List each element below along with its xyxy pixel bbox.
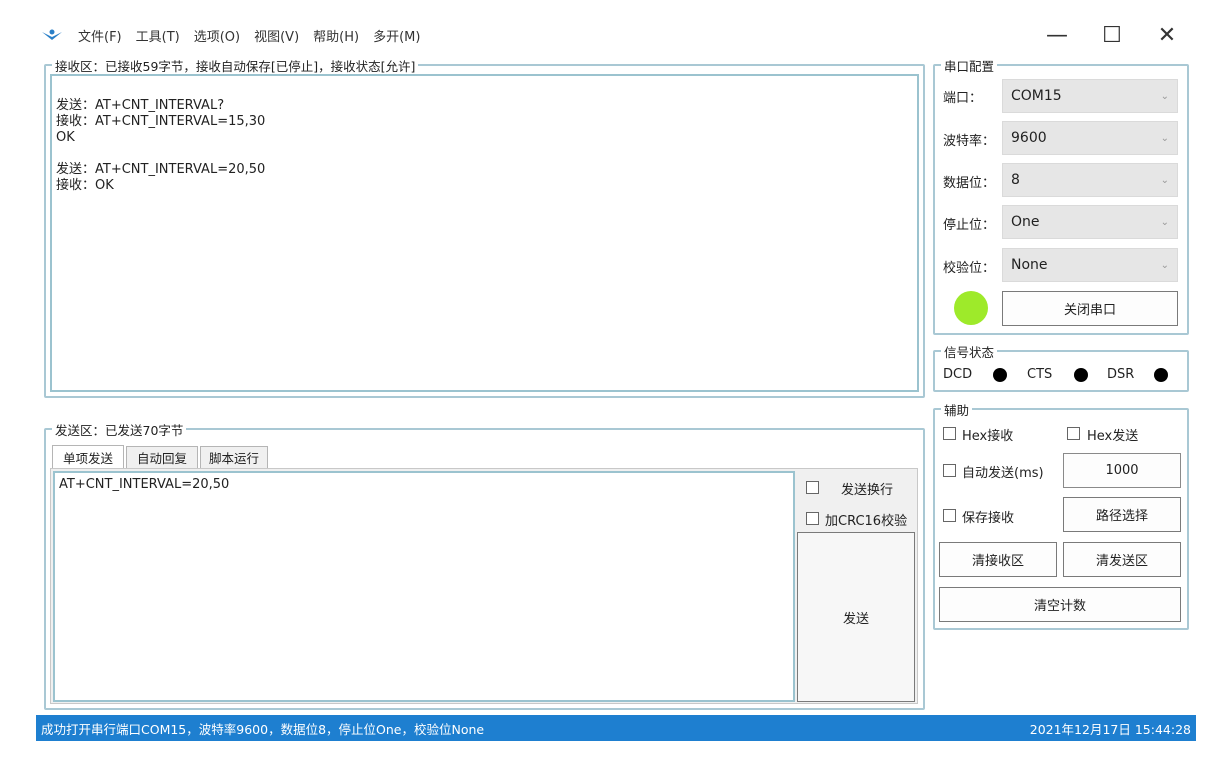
close-window-button[interactable]: ✕: [1150, 20, 1184, 50]
status-datetime: 2021年12月17日 15:44:28: [1029, 721, 1191, 737]
baud-value: 9600: [1011, 130, 1047, 146]
parity-select[interactable]: None ⌄: [1002, 248, 1178, 282]
port-status-indicator: [954, 291, 988, 325]
port-value: COM15: [1011, 88, 1062, 104]
stopbits-select[interactable]: One ⌄: [1002, 205, 1178, 239]
hex-send-label: Hex发送: [1087, 429, 1139, 444]
port-label: 端口：: [943, 91, 983, 106]
hex-receive-label: Hex接收: [962, 429, 1014, 444]
serial-config-title: 串口配置: [941, 56, 998, 75]
crc16-checkbox[interactable]: [806, 512, 819, 525]
stopbits-value: One: [1011, 214, 1040, 230]
clear-send-button[interactable]: 清发送区: [1063, 542, 1181, 577]
send-button[interactable]: 发送: [797, 532, 915, 702]
cts-indicator: [1074, 368, 1088, 382]
baud-select[interactable]: 9600 ⌄: [1002, 121, 1178, 155]
app-logo-icon: [42, 29, 62, 40]
chevron-down-icon: ⌄: [1160, 259, 1169, 271]
databits-value: 8: [1011, 172, 1020, 188]
menu-bar: 文件(F) 工具(T) 选项(O) 视图(V) 帮助(H) 多开(M): [40, 24, 420, 46]
tab-auto-reply[interactable]: 自动回复: [126, 446, 198, 468]
auto-send-checkbox[interactable]: [943, 464, 956, 477]
save-receive-label: 保存接收: [962, 511, 1015, 526]
path-select-button[interactable]: 路径选择: [1063, 497, 1181, 532]
tab-script-run[interactable]: 脚本运行: [200, 446, 268, 468]
send-textarea[interactable]: AT+CNT_INTERVAL=20,50: [53, 471, 795, 702]
menu-view[interactable]: 视图(V): [254, 26, 299, 45]
minimize-button[interactable]: —: [1040, 20, 1074, 50]
save-receive-checkbox[interactable]: [943, 509, 956, 522]
databits-select[interactable]: 8 ⌄: [1002, 163, 1178, 197]
auto-send-interval-input[interactable]: 1000: [1063, 453, 1181, 488]
minimize-icon: —: [1046, 22, 1068, 48]
crc16-label: 加CRC16校验: [825, 514, 908, 529]
baud-label: 波特率：: [943, 134, 996, 149]
databits-label: 数据位：: [943, 176, 996, 191]
menu-options[interactable]: 选项(O): [194, 26, 240, 45]
tab-single-send[interactable]: 单项发送: [52, 445, 124, 469]
chevron-down-icon: ⌄: [1160, 132, 1169, 144]
hex-send-checkbox[interactable]: [1067, 427, 1080, 440]
menu-help[interactable]: 帮助(H): [313, 26, 359, 45]
signal-status-title: 信号状态: [941, 342, 998, 361]
maximize-button[interactable]: ☐: [1095, 20, 1129, 50]
dcd-indicator: [993, 368, 1007, 382]
status-bar: 成功打开串行端口COM15，波特率9600，数据位8，停止位One，校验位Non…: [36, 715, 1196, 741]
close-icon: ✕: [1157, 22, 1177, 48]
aux-title: 辅助: [941, 400, 973, 419]
dcd-label: DCD: [943, 367, 973, 382]
menu-file[interactable]: 文件(F): [78, 26, 122, 45]
send-newline-label: 发送换行: [841, 483, 894, 498]
receive-textarea[interactable]: 发送：AT+CNT_INTERVAL? 接收：AT+CNT_INTERVAL=1…: [50, 74, 919, 392]
chevron-down-icon: ⌄: [1160, 174, 1169, 186]
auto-send-label: 自动发送(ms): [962, 466, 1044, 481]
menu-multi-open[interactable]: 多开(M): [373, 26, 420, 45]
hex-receive-checkbox[interactable]: [943, 427, 956, 440]
close-port-button[interactable]: 关闭串口: [1002, 291, 1178, 326]
chevron-down-icon: ⌄: [1160, 216, 1169, 228]
parity-label: 校验位：: [943, 261, 996, 276]
dsr-label: DSR: [1107, 367, 1135, 382]
port-select[interactable]: COM15 ⌄: [1002, 79, 1178, 113]
stopbits-label: 停止位：: [943, 218, 996, 233]
menu-tools[interactable]: 工具(T): [136, 26, 180, 45]
send-title: 发送区：已发送70字节: [52, 420, 187, 439]
send-newline-checkbox[interactable]: [806, 481, 819, 494]
receive-group: 接收区：已接收59字节，接收自动保存[已停止]，接收状态[允许] 发送：AT+C…: [44, 56, 925, 398]
maximize-icon: ☐: [1102, 22, 1122, 48]
status-message: 成功打开串行端口COM15，波特率9600，数据位8，停止位One，校验位Non…: [41, 721, 485, 737]
cts-label: CTS: [1027, 367, 1053, 382]
chevron-down-icon: ⌄: [1160, 90, 1169, 102]
receive-title: 接收区：已接收59字节，接收自动保存[已停止]，接收状态[允许]: [52, 56, 419, 75]
dsr-indicator: [1154, 368, 1168, 382]
clear-count-button[interactable]: 清空计数: [939, 587, 1181, 622]
clear-receive-button[interactable]: 清接收区: [939, 542, 1057, 577]
parity-value: None: [1011, 257, 1048, 273]
